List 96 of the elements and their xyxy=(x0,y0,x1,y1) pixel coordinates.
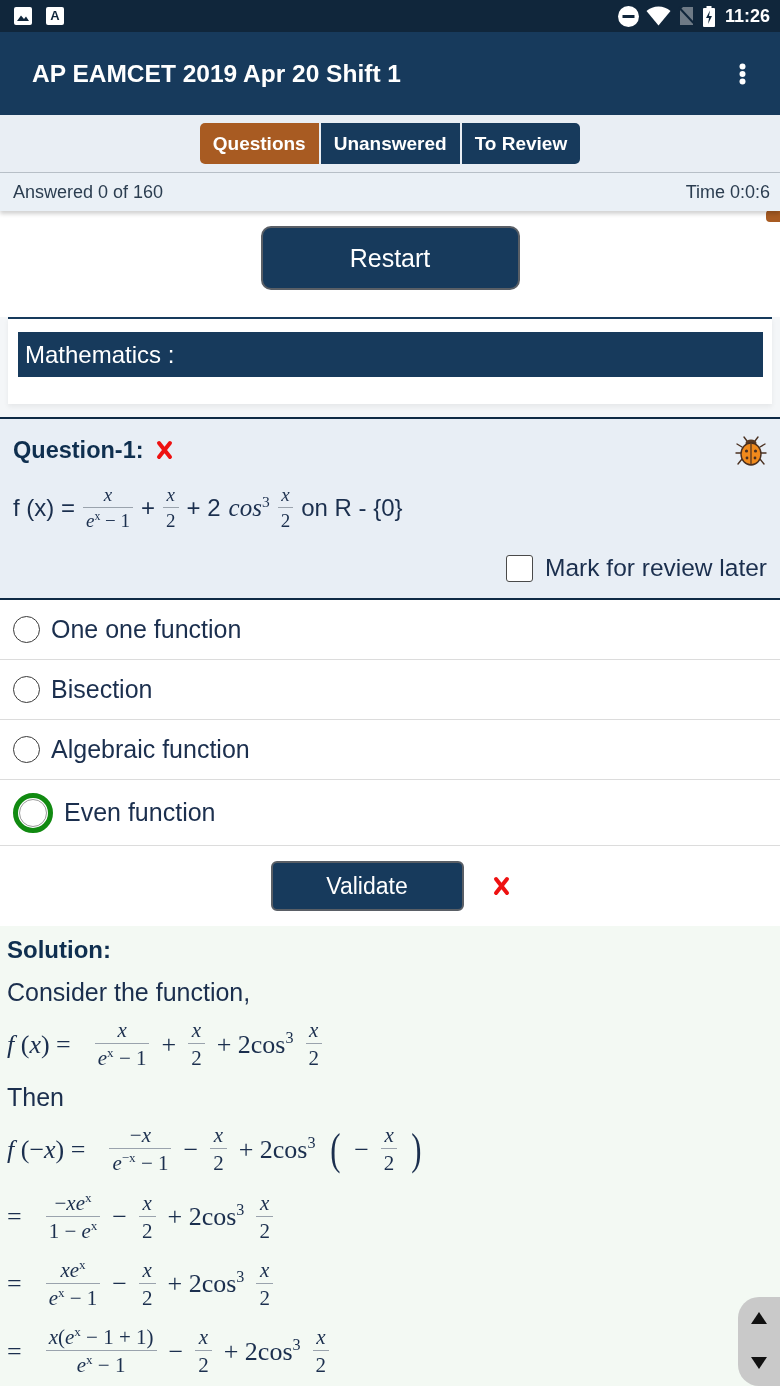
parenthesis: ) xyxy=(411,1127,422,1172)
fraction-denominator: 2 xyxy=(139,1215,156,1244)
formula-text: − xyxy=(112,1269,128,1300)
formula-text: − xyxy=(354,1134,369,1165)
equation-lhs: = xyxy=(7,1336,22,1367)
fraction-numerator: xe$^{x}$ xyxy=(59,1257,87,1283)
formula-text: + xyxy=(141,494,156,522)
fraction-denominator: 2 xyxy=(277,506,294,533)
formula-text: + 2 xyxy=(186,494,221,522)
image-icon xyxy=(14,7,32,25)
formula-text: on R - {0} xyxy=(301,494,403,522)
down-triangle-icon[interactable] xyxy=(751,1357,767,1369)
fraction-denominator: 2 xyxy=(380,1148,398,1177)
fraction-denominator: 2 xyxy=(305,1043,323,1072)
fraction-denominator: 2 xyxy=(256,1283,273,1312)
answer-option[interactable]: Bisection xyxy=(0,660,780,720)
fraction-numerator: x xyxy=(383,1123,395,1149)
fraction-denominator: 2 xyxy=(210,1148,227,1177)
more-options-icon[interactable] xyxy=(739,62,746,85)
formula-text: + 2cos$^{3}$ xyxy=(223,1336,301,1367)
fraction-numerator: x xyxy=(165,483,177,507)
tab[interactable]: To Review xyxy=(461,123,581,164)
formula-text: + 2cos$^{3}$ xyxy=(167,1202,245,1233)
option-label: Even function xyxy=(64,798,216,827)
fraction-denominator: 2 xyxy=(163,506,179,533)
radio-button[interactable] xyxy=(19,798,47,827)
fraction-numerator: x(e$^{x}$ − 1 + 1) xyxy=(47,1325,155,1351)
fraction-numerator: −x xyxy=(128,1123,153,1149)
equation-lhs: f (x) = xyxy=(7,1029,71,1060)
answered-count: Answered 0 of 160 xyxy=(13,181,164,203)
fraction-denominator: e$^{−x}$ − 1 xyxy=(109,1148,172,1177)
fraction-numerator: x xyxy=(141,1257,153,1283)
fraction-numerator: x xyxy=(102,483,114,507)
checkbox[interactable] xyxy=(506,554,534,582)
fraction-numerator: x xyxy=(212,1123,225,1149)
section-header: Mathematics : xyxy=(18,332,763,377)
battery-icon xyxy=(702,5,715,27)
fraction-numerator: x xyxy=(307,1018,320,1044)
parenthesis: ( xyxy=(329,1127,340,1172)
formula-text: f (x) = xyxy=(13,494,75,522)
tab[interactable]: Unanswered xyxy=(320,123,460,164)
formula-text: + xyxy=(161,1029,177,1060)
letter-badge: A xyxy=(46,7,64,25)
fraction-denominator: 1 − e$^{x}$ xyxy=(45,1215,101,1244)
fraction-denominator: 2 xyxy=(256,1215,273,1244)
elapsed-time: Time 0:0:6 xyxy=(685,181,770,203)
checkbox-label: Mark for review later xyxy=(545,554,767,582)
formula-text: + 2cos$^{3}$ xyxy=(167,1269,245,1300)
restart-button[interactable]: Restart xyxy=(260,226,520,290)
option-label: One one function xyxy=(51,615,242,644)
option-label: Bisection xyxy=(51,675,153,704)
do-not-disturb-icon xyxy=(617,5,639,27)
fraction-denominator: 2 xyxy=(139,1283,156,1312)
radio-button[interactable] xyxy=(13,616,40,643)
formula-text: − xyxy=(112,1202,128,1233)
formula-text: + 2cos$^{3}$ xyxy=(216,1029,294,1060)
fraction-denominator: e$^{x}$ − 1 xyxy=(45,1283,101,1312)
solution-title: Solution: xyxy=(7,935,112,965)
fraction-numerator: x xyxy=(315,1325,327,1351)
fraction-denominator: 2 xyxy=(312,1350,330,1379)
equation-lhs: = xyxy=(7,1269,22,1300)
fraction-denominator: e$^{x}$ − 1 xyxy=(83,506,134,533)
fraction-numerator: x xyxy=(258,1190,271,1216)
question-title: Question-1: xyxy=(13,436,144,464)
solution-text: Then xyxy=(7,1082,65,1114)
fraction-denominator: 2 xyxy=(188,1043,205,1072)
clock: 11:26 xyxy=(724,5,770,27)
equation-lhs: f (−x) = xyxy=(7,1134,86,1165)
fraction-numerator: x xyxy=(280,483,291,507)
tab[interactable]: Questions xyxy=(199,123,319,164)
radio-button[interactable] xyxy=(13,676,40,703)
fraction-numerator: x xyxy=(258,1257,271,1283)
sim-card-icon xyxy=(677,6,696,26)
formula-text: − xyxy=(183,1134,199,1165)
equation-lhs: = xyxy=(7,1202,22,1233)
solution-text: Consider the function, xyxy=(7,977,252,1008)
wifi-icon xyxy=(645,6,671,26)
answer-option[interactable]: One one function xyxy=(0,600,780,660)
fraction-numerator: x xyxy=(116,1018,128,1044)
fraction-numerator: −xe$^{x}$ xyxy=(53,1190,93,1216)
radio-button[interactable] xyxy=(13,736,40,763)
fraction-denominator: e$^{x}$ − 1 xyxy=(45,1350,157,1379)
option-label: Algebraic function xyxy=(51,735,250,764)
formula-text: − xyxy=(168,1336,184,1367)
validate-button[interactable]: Validate xyxy=(270,861,464,911)
answer-option[interactable]: Algebraic function xyxy=(0,720,780,780)
fraction-numerator: x xyxy=(190,1018,203,1044)
formula-text: cos$^{3}$ xyxy=(228,494,270,522)
up-triangle-icon[interactable] xyxy=(751,1312,767,1324)
fraction-numerator: x xyxy=(197,1325,210,1351)
answer-option[interactable]: Even function xyxy=(0,780,780,846)
formula-text: + 2cos$^{3}$ xyxy=(238,1134,316,1165)
fraction-numerator: x xyxy=(141,1190,153,1216)
fraction-denominator: 2 xyxy=(195,1350,212,1379)
app-title: AP EAMCET 2019 Apr 20 Shift 1 xyxy=(32,59,401,88)
fraction-denominator: e$^{x}$ − 1 xyxy=(94,1043,150,1072)
